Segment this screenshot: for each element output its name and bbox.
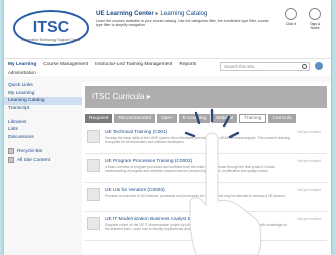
curricula-banner: ITSC Curricula ▸ [85, 86, 327, 108]
quick-launch: Quick Links My Learning Learning Catalog… [4, 82, 82, 255]
nav-quick-links[interactable]: Quick Links [4, 82, 82, 90]
nav-lists[interactable]: Lists [4, 126, 82, 134]
tag-icon [309, 8, 321, 20]
top-navigation: My Learning Course Management Instructor… [4, 58, 331, 76]
click-it-button[interactable]: Click It [281, 8, 301, 30]
filter-bar: Required Recommended Open E-Learning Mat… [85, 114, 296, 123]
filter-recommended[interactable]: Recommended [114, 114, 155, 123]
site-title-block: UE Learning Center ▸ Learning Catalog Le… [96, 10, 276, 28]
banner-title-text: ITSC Curricula [92, 92, 145, 101]
top-nav-my-learning[interactable]: My Learning [8, 62, 36, 67]
header-tools: Click It Tags & Notes [281, 8, 325, 30]
filter-required[interactable]: Required [85, 114, 113, 123]
filter-e-learning[interactable]: E-Learning [178, 114, 211, 123]
search-input[interactable]: Search this site... [220, 62, 310, 71]
top-nav-course-management[interactable]: Course Management [43, 62, 88, 67]
chevron-right-icon: ▸ [146, 92, 151, 101]
course-item[interactable]: UE Program Processes Training (C0002) A … [85, 157, 327, 183]
course-item[interactable]: UE IT Modernization Business Analyst Boo… [85, 215, 327, 241]
course-title[interactable]: UE Program Processes Training (C0002) [105, 159, 192, 164]
filter-curricula[interactable]: Curricula [268, 114, 296, 123]
nav-recycle-bin[interactable]: Recycle Bin [4, 147, 82, 156]
filter-open[interactable]: Open [157, 114, 177, 123]
top-nav-ilt-management[interactable]: Instructor-Led Training Management [95, 62, 172, 67]
course-description: Provides an overview of UE features, pro… [105, 194, 286, 198]
course-item[interactable]: UE UIs for Vendors (C0003) Provides an o… [85, 186, 327, 212]
site-content-icon [8, 157, 14, 164]
site-title: UE Learning Center ▸ Learning Catalog [96, 10, 276, 17]
click-icon [285, 8, 297, 20]
course-thumbnail [87, 130, 100, 143]
nav-libraries[interactable]: Libraries [4, 118, 82, 126]
course-status: Not yet enrolled [297, 188, 321, 192]
top-nav-reports[interactable]: Reports [179, 62, 196, 67]
site-description: Learn the courses available in your cour… [96, 19, 269, 28]
main-content: ITSC Curricula ▸ Required Recommended Op… [82, 82, 331, 255]
course-title[interactable]: UE UIs for Vendors (C0003) [105, 188, 165, 193]
course-thumbnail [87, 159, 100, 172]
nav-transcript[interactable]: Transcript [4, 105, 82, 113]
nav-all-site-content[interactable]: All Site Content [4, 156, 82, 165]
breadcrumb-current: Learning Catalog [160, 10, 208, 17]
sharepoint-page: ITSC Information Technology Support Cent… [4, 0, 331, 255]
recycle-bin-icon [8, 148, 14, 155]
nav-my-learning[interactable]: My Learning [4, 90, 82, 98]
nav-discussions[interactable]: Discussions [4, 134, 82, 142]
course-title[interactable]: UE Technical Training (C001) [105, 130, 167, 135]
course-thumbnail [87, 217, 100, 230]
breadcrumb-separator: ▸ [155, 10, 159, 17]
site-name-link[interactable]: UE Learning Center [96, 10, 154, 17]
tags-notes-button[interactable]: Tags & Notes [305, 8, 325, 30]
filter-material[interactable]: Material [212, 114, 238, 123]
course-status: Not yet enrolled [297, 159, 321, 163]
search-placeholder: Search this site... [224, 64, 258, 69]
search-icon[interactable] [302, 64, 307, 69]
course-title[interactable]: UE IT Modernization Business Analyst Boo… [105, 217, 230, 222]
nav-recycle-bin-label: Recycle Bin [17, 148, 43, 154]
course-list: UE Technical Training (C001) Develop the… [85, 128, 327, 244]
nav-learning-catalog[interactable]: Learning Catalog [4, 97, 82, 105]
course-item[interactable]: UE Technical Training (C001) Develop the… [85, 128, 327, 154]
tags-notes-label: Tags & Notes [309, 22, 321, 30]
click-it-label: Click It [285, 22, 297, 26]
top-nav-administration[interactable]: Administration [8, 70, 36, 75]
itsc-logo[interactable]: ITSC Information Technology Support Cent… [12, 8, 90, 48]
banner-title: ITSC Curricula ▸ [92, 92, 151, 101]
site-header: ITSC Information Technology Support Cent… [4, 0, 331, 58]
nav-all-site-content-label: All Site Content [17, 157, 51, 163]
course-status: Not yet enrolled [297, 130, 321, 134]
course-description: A basic overview of program processes an… [105, 165, 276, 173]
course-description: Develop the basic skills of the UI/UE sy… [105, 136, 290, 144]
course-description: Supports cohort on the UE IT Modernizati… [105, 223, 288, 231]
svg-text:ITSC: ITSC [33, 19, 70, 36]
svg-text:Information Technology Support: Information Technology Support Center [22, 38, 82, 42]
top-nav-items: My Learning Course Management Instructor… [8, 62, 196, 67]
course-status: Not yet enrolled [297, 217, 321, 221]
filter-training[interactable]: Training [239, 114, 267, 123]
course-thumbnail [87, 188, 100, 201]
help-icon[interactable] [315, 62, 323, 70]
